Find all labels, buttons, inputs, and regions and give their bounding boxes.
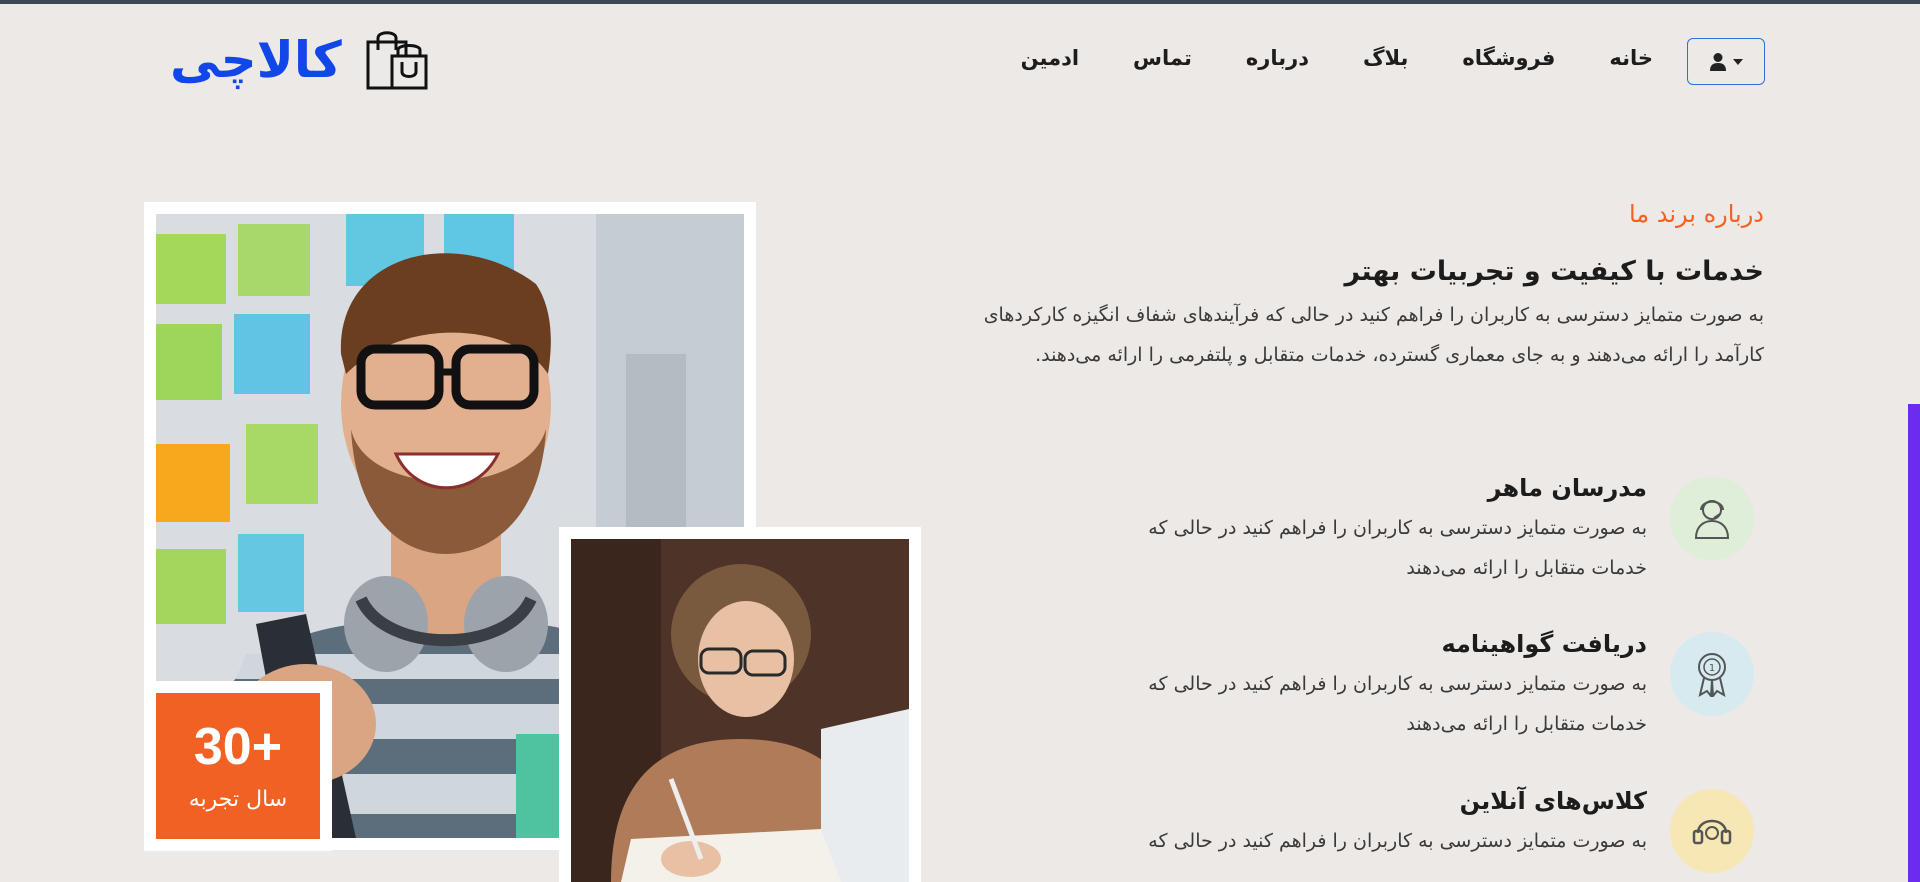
caret-down-icon (1733, 58, 1743, 65)
feature-icon-circle (1670, 789, 1754, 873)
writing-student-photo (571, 539, 909, 882)
main-nav: خانه فروشگاه بلاگ درباره تماس ادمین (1021, 46, 1653, 70)
navbar: خانه فروشگاه بلاگ درباره تماس ادمین کالا… (0, 28, 1908, 94)
feature-desc: به صورت متمایز دسترسی به کاربران را فراه… (1148, 830, 1647, 852)
nav-home[interactable]: خانه (1609, 46, 1653, 70)
svg-text:1: 1 (1709, 663, 1715, 674)
nav-contact[interactable]: تماس (1133, 46, 1192, 70)
experience-label: سال تجربه (188, 786, 288, 812)
feature-online-classes: کلاس‌های آنلاین به صورت متمایز دسترسی به… (1014, 787, 1754, 873)
user-menu-button[interactable] (1687, 38, 1765, 85)
user-icon (1710, 52, 1726, 71)
feature-icon-circle: 1 (1670, 632, 1754, 716)
nav-shop[interactable]: فروشگاه (1462, 46, 1555, 70)
nav-blog[interactable]: بلاگ (1363, 46, 1408, 70)
nav-about[interactable]: درباره (1246, 46, 1309, 70)
feature-desc: به صورت متمایز دسترسی به کاربران را فراه… (1148, 517, 1647, 579)
experience-number: 30+ (193, 717, 283, 776)
certificate-icon: 1 (1698, 653, 1726, 697)
about-intro: به صورت متمایز دسترسی به کاربران را فراه… (983, 304, 1764, 366)
shopping-bags-icon (366, 31, 428, 90)
instructor-icon (1694, 500, 1730, 539)
about-kicker: درباره برند ما (1628, 200, 1764, 228)
top-strip (0, 0, 1920, 4)
feature-title: مدرسان ماهر (1487, 474, 1647, 502)
scrollbar-thumb[interactable] (1908, 404, 1920, 882)
feature-desc: به صورت متمایز دسترسی به کاربران را فراه… (1148, 673, 1647, 735)
feature-title: کلاس‌های آنلاین (1459, 787, 1647, 815)
online-class-icon (1692, 819, 1732, 845)
about-section: درباره برند ما خدمات با کیفیت و تجربیات … (944, 200, 1764, 375)
feature-skilled-instructors: مدرسان ماهر به صورت متمایز دسترسی به کار… (1014, 474, 1754, 588)
feature-title: دریافت گواهینامه (1441, 630, 1647, 658)
feature-certificate: 1 دریافت گواهینامه به صورت متمایز دسترسی… (1014, 630, 1754, 744)
logo-text: کالاچی (170, 31, 343, 89)
logo[interactable]: کالاچی (170, 28, 430, 92)
nav-admin[interactable]: ادمین (1021, 46, 1079, 70)
about-heading: خدمات با کیفیت و تجربیات بهتر (1344, 256, 1764, 287)
experience-badge: 30+ سال تجربه (156, 693, 320, 839)
feature-icon-circle (1670, 476, 1754, 560)
